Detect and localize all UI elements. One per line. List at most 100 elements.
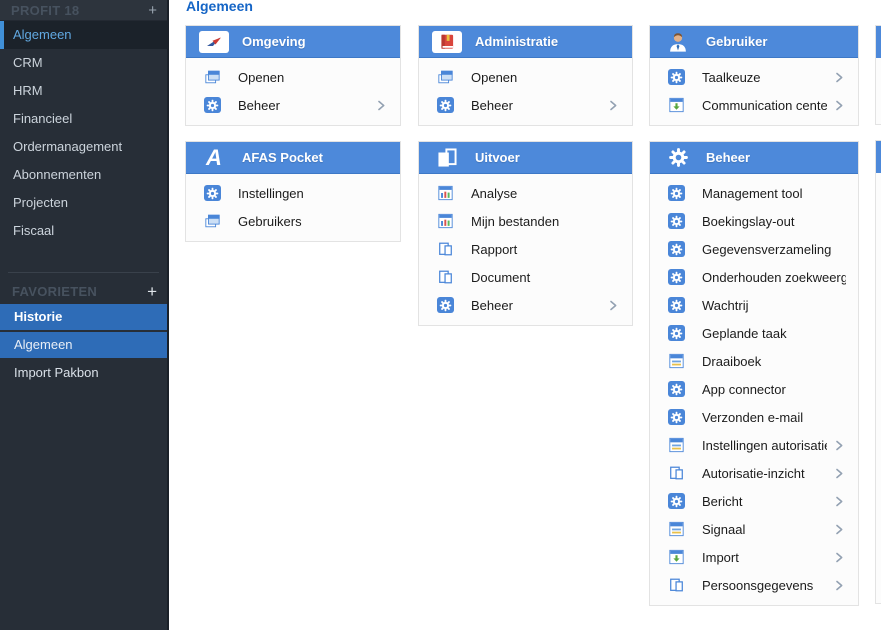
card-title: Omgeving [242, 34, 306, 49]
pages-outline-icon [437, 269, 454, 285]
menu-item-signaal[interactable]: Signaal [650, 515, 858, 543]
menu-item-management-tool[interactable]: Management tool [650, 179, 858, 207]
menu-item-document[interactable]: Document [419, 263, 632, 291]
download-icon [668, 97, 685, 113]
page-title: Algemeen [186, 0, 253, 14]
menu-column-3: Gebruiker Taalkeuze Communication center… [649, 25, 859, 621]
menu-item-analyse[interactable]: Analyse [419, 179, 632, 207]
card-omgeving: Omgeving Openen Beheer [185, 25, 401, 126]
gear-icon [668, 69, 685, 85]
card-title: Gebruiker [706, 34, 767, 49]
menu-item-onderhouden-zoekweergaven[interactable]: Onderhouden zoekweergaven [650, 263, 858, 291]
download-icon [668, 549, 685, 565]
favorite-item-algemeen[interactable]: Algemeen [0, 332, 167, 358]
menu-item-gegevensverzameling[interactable]: Gegevensverzameling [650, 235, 858, 263]
gear-icon [668, 381, 685, 397]
card-gebruiker-header: Gebruiker [650, 26, 858, 58]
sidebar-item-abonnementen[interactable]: Abonnementen [0, 161, 167, 189]
menu-item-persoonsgegevens[interactable]: Persoonsgegevens [650, 571, 858, 599]
list-icon [668, 521, 685, 537]
menu-item-app-connector[interactable]: App connector [650, 375, 858, 403]
clipped-card-top [875, 25, 881, 125]
sidebar-menu: Algemeen CRM HRM Financieel Ordermanagem… [0, 21, 167, 245]
menu-item-openen[interactable]: Openen [419, 63, 632, 91]
sidebar-item-ordermanagement[interactable]: Ordermanagement [0, 133, 167, 161]
menu-item-geplande-taak[interactable]: Geplande taak [650, 319, 858, 347]
gear-icon [204, 185, 221, 201]
menu-item-openen[interactable]: Openen [186, 63, 400, 91]
menu-item-taalkeuze[interactable]: Taalkeuze [650, 63, 858, 91]
menu-item-communication-center[interactable]: Communication center [650, 91, 858, 119]
sidebar-divider [8, 272, 159, 273]
menu-item-beheer[interactable]: Beheer [419, 91, 632, 119]
chevron-right-icon [833, 71, 846, 84]
sidebar-item-crm[interactable]: CRM [0, 49, 167, 77]
pages-outline-icon [668, 465, 685, 481]
gear-icon [437, 297, 454, 313]
card-title: AFAS Pocket [242, 150, 323, 165]
gear-icon [668, 185, 685, 201]
menu-item-beheer[interactable]: Beheer [419, 291, 632, 319]
gear-icon [668, 269, 685, 285]
chevron-right-icon [833, 523, 846, 536]
sidebar: PROFIT 18 + Algemeen CRM HRM Financieel … [0, 0, 169, 630]
sidebar-item-financieel[interactable]: Financieel [0, 105, 167, 133]
gear-outline-icon [663, 146, 693, 170]
chevron-right-icon [833, 495, 846, 508]
card-administratie: Administratie Openen Beheer [418, 25, 633, 126]
sidebar-item-projecten[interactable]: Projecten [0, 189, 167, 217]
windows-icon [437, 69, 454, 85]
card-uitvoer: Uitvoer Analyse Mijn bestanden Rapport D… [418, 141, 633, 326]
afas-a-icon: A [199, 146, 229, 170]
menu-item-autorisatie-inzicht[interactable]: Autorisatie-inzicht [650, 459, 858, 487]
menu-item-wachtrij[interactable]: Wachtrij [650, 291, 858, 319]
sidebar-item-fiscaal[interactable]: Fiscaal [0, 217, 167, 245]
chart-icon [437, 185, 454, 201]
pages-icon [432, 146, 462, 170]
gear-icon [668, 409, 685, 425]
card-title: Beheer [706, 150, 750, 165]
card-beheer: Beheer Management tool Boekingslay-out G… [649, 141, 859, 606]
add-favorite-icon[interactable]: + [147, 283, 157, 300]
environment-flag-icon [199, 31, 229, 53]
menu-item-verzonden-e-mail[interactable]: Verzonden e-mail [650, 403, 858, 431]
menu-item-bericht[interactable]: Bericht [650, 487, 858, 515]
favorites-list: Historie Algemeen Import Pakbon [0, 304, 167, 386]
book-icon [432, 31, 462, 53]
menu-column-4-clipped [875, 25, 881, 619]
menu-item-instellingen[interactable]: Instellingen [186, 179, 400, 207]
chevron-right-icon [833, 99, 846, 112]
menu-item-gebruikers[interactable]: Gebruikers [186, 207, 400, 235]
chevron-right-icon [833, 467, 846, 480]
favorites-header: FAVORIETEN + [0, 278, 167, 304]
menu-item-beheer[interactable]: Beheer [186, 91, 400, 119]
menu-item-mijn-bestanden[interactable]: Mijn bestanden [419, 207, 632, 235]
card-omgeving-header: Omgeving [186, 26, 400, 58]
sidebar-item-hrm[interactable]: HRM [0, 77, 167, 105]
gear-icon [668, 325, 685, 341]
list-icon [668, 437, 685, 453]
menu-item-instellingen-autorisatie[interactable]: Instellingen autorisatie [650, 431, 858, 459]
chevron-right-icon [375, 99, 388, 112]
pages-outline-icon [668, 577, 685, 593]
chart-icon [437, 213, 454, 229]
menu-item-import[interactable]: Import [650, 543, 858, 571]
sidebar-item-algemeen[interactable]: Algemeen [0, 21, 167, 49]
favorite-item-import-pakbon[interactable]: Import Pakbon [0, 360, 167, 386]
gear-icon [437, 97, 454, 113]
card-afas-pocket: A AFAS Pocket Instellingen Gebruikers [185, 141, 401, 242]
chevron-right-icon [607, 99, 620, 112]
menu-item-boekingslay-out[interactable]: Boekingslay-out [650, 207, 858, 235]
add-menu-icon[interactable]: + [148, 3, 157, 18]
windows-icon [204, 213, 221, 229]
menu-item-draaiboek[interactable]: Draaiboek [650, 347, 858, 375]
card-beheer-header: Beheer [650, 142, 858, 174]
card-uitvoer-header: Uitvoer [419, 142, 632, 174]
favorite-item-historie[interactable]: Historie [0, 304, 167, 330]
pages-outline-icon [437, 241, 454, 257]
chevron-right-icon [833, 579, 846, 592]
gear-icon [668, 241, 685, 257]
person-icon [663, 30, 693, 54]
windows-icon [204, 69, 221, 85]
menu-item-rapport[interactable]: Rapport [419, 235, 632, 263]
